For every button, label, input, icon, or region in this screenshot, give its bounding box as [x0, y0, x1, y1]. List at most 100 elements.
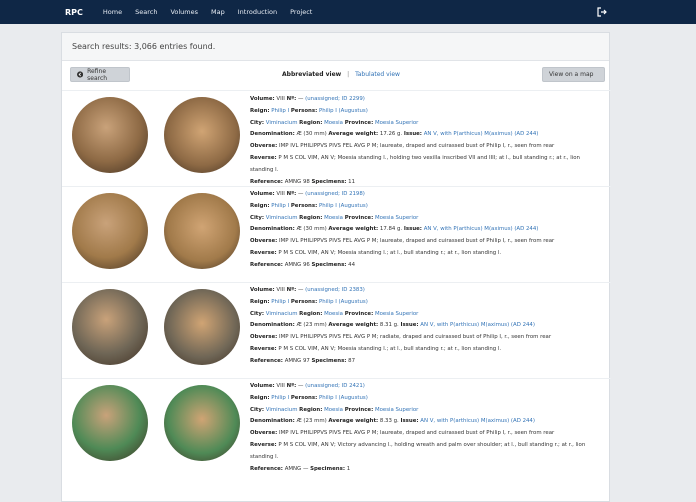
sign-out-icon[interactable]: [597, 7, 607, 17]
record-id-link[interactable]: (unassigned; ID 2383): [305, 287, 365, 293]
abbreviated-view-tab[interactable]: Abbreviated view: [282, 71, 341, 78]
refine-search-button[interactable]: Refine search: [70, 67, 130, 82]
refine-search-label: Refine search: [87, 67, 108, 82]
record-info: Volume: VIII Nº: — (unassigned; ID 2198)…: [250, 189, 605, 272]
province-link[interactable]: Moesia Superior: [375, 120, 418, 126]
volume-value: VIII: [276, 96, 285, 102]
obverse-value: IMP IVL PHILIPPVS PIVS FEL AVG P M; radi…: [279, 334, 552, 341]
number-label: Nº:: [286, 287, 297, 293]
obverse-label: Obverse:: [250, 143, 278, 150]
coin-obverse-image[interactable]: [72, 289, 148, 365]
weight-label: Average weight:: [328, 226, 379, 233]
denomination-value: Æ (23 mm): [296, 418, 327, 425]
reign-label: Reign:: [250, 107, 270, 114]
coin-obverse-image[interactable]: [72, 385, 148, 461]
region-link[interactable]: Moesia: [324, 120, 343, 126]
record-id-link[interactable]: (unassigned; ID 2421): [305, 383, 365, 389]
reign-link[interactable]: Philip I: [271, 203, 289, 209]
persons-link[interactable]: Philip I (Augustus): [319, 203, 368, 209]
obverse-value: IMP IVL PHILIPPVS PIVS FEL AVG P M; laur…: [279, 238, 555, 245]
nav-volumes[interactable]: Volumes: [170, 8, 198, 16]
nav-home[interactable]: Home: [103, 8, 122, 16]
nav-introduction[interactable]: Introduction: [238, 8, 277, 16]
reign-label: Reign:: [250, 394, 270, 401]
reverse-value: P M S COL VIM, AN V; Moesia standing l.;…: [278, 249, 502, 256]
specimens-label: Specimens:: [311, 357, 347, 364]
city-label: City:: [250, 310, 265, 317]
reign-link[interactable]: Philip I: [271, 395, 289, 401]
city-link[interactable]: Viminacium: [266, 407, 298, 413]
city-link[interactable]: Viminacium: [266, 215, 298, 221]
weight-value: 8.33 g.: [379, 418, 399, 425]
weight-value: 17.84 g.: [379, 226, 403, 233]
reference-value: AMNG 98: [284, 178, 310, 185]
number-value: —: [298, 191, 304, 197]
reign-link[interactable]: Philip I: [271, 299, 289, 305]
view-on-map-button[interactable]: View on a map: [542, 67, 605, 82]
denomination-label: Denomination:: [250, 322, 295, 329]
results-panel: Search results: 3,066 entries found. Ref…: [61, 32, 611, 502]
number-value: —: [298, 383, 304, 389]
record-info: Volume: VIII Nº: — (unassigned; ID 2299)…: [250, 94, 605, 188]
city-label: City:: [250, 406, 265, 413]
reign-link[interactable]: Philip I: [271, 108, 289, 114]
issue-link[interactable]: AN V, with P(arthicus) M(aximus) (AD 244…: [420, 418, 535, 424]
issue-label: Issue:: [400, 322, 419, 329]
reverse-label: Reverse:: [250, 249, 277, 256]
issue-link[interactable]: AN V, with P(arthicus) M(aximus) (AD 244…: [420, 322, 535, 328]
weight-value: 8.31 g.: [379, 322, 399, 329]
issue-label: Issue:: [403, 131, 422, 138]
region-link[interactable]: Moesia: [324, 407, 343, 413]
weight-label: Average weight:: [328, 418, 379, 425]
record-id-link[interactable]: (unassigned; ID 2299): [305, 96, 365, 102]
persons-link[interactable]: Philip I (Augustus): [319, 108, 368, 114]
province-link[interactable]: Moesia Superior: [375, 215, 418, 221]
record-row: Volume: VIII Nº: — (unassigned; ID 2383)…: [62, 282, 611, 378]
specimens-value: 11: [348, 178, 356, 185]
nav-search[interactable]: Search: [135, 8, 157, 16]
tabulated-view-link[interactable]: Tabulated view: [355, 71, 400, 78]
brand-logo[interactable]: RPC: [65, 8, 83, 17]
view-on-map-label: View on a map: [549, 71, 594, 78]
persons-link[interactable]: Philip I (Augustus): [319, 299, 368, 305]
results-controls: Refine search Abbreviated view | Tabulat…: [62, 61, 609, 87]
persons-link[interactable]: Philip I (Augustus): [319, 395, 368, 401]
city-link[interactable]: Viminacium: [266, 311, 298, 317]
reference-label: Reference:: [250, 178, 283, 185]
specimens-label: Specimens:: [311, 178, 347, 185]
issue-link[interactable]: AN V, with P(arthicus) M(aximus) (AD 244…: [424, 226, 539, 232]
nav-map[interactable]: Map: [211, 8, 225, 16]
coin-reverse-image[interactable]: [164, 385, 240, 461]
province-label: Province:: [344, 310, 374, 317]
region-label: Region:: [299, 119, 323, 126]
obverse-value: IMP IVL PHILIPPVS PIVS FEL AVG P M; laur…: [279, 430, 555, 437]
volume-value: VIII: [276, 383, 285, 389]
issue-link[interactable]: AN V, with P(arthicus) M(aximus) (AD 244…: [424, 131, 539, 137]
city-label: City:: [250, 214, 265, 221]
volume-label: Volume:: [250, 96, 275, 102]
persons-label: Persons:: [290, 394, 318, 401]
coin-obverse-image[interactable]: [72, 193, 148, 269]
province-link[interactable]: Moesia Superior: [375, 407, 418, 413]
province-link[interactable]: Moesia Superior: [375, 311, 418, 317]
coin-reverse-image[interactable]: [164, 289, 240, 365]
reverse-label: Reverse:: [250, 154, 277, 161]
view-separator: |: [347, 71, 350, 78]
reverse-label: Reverse:: [250, 345, 277, 352]
nav-project[interactable]: Project: [290, 8, 312, 16]
obverse-label: Obverse:: [250, 430, 278, 437]
city-link[interactable]: Viminacium: [266, 120, 298, 126]
record-id-link[interactable]: (unassigned; ID 2198): [305, 191, 365, 197]
region-link[interactable]: Moesia: [324, 311, 343, 317]
persons-label: Persons:: [290, 298, 318, 305]
top-navbar: RPC Home Search Volumes Map Introduction…: [0, 0, 696, 24]
volume-value: VIII: [276, 191, 285, 197]
region-link[interactable]: Moesia: [324, 215, 343, 221]
coin-reverse-image[interactable]: [164, 193, 240, 269]
coin-obverse-image[interactable]: [72, 97, 148, 173]
number-label: Nº:: [286, 383, 297, 389]
volume-label: Volume:: [250, 383, 275, 389]
coin-reverse-image[interactable]: [164, 97, 240, 173]
specimens-label: Specimens:: [311, 261, 347, 268]
obverse-label: Obverse:: [250, 238, 278, 245]
